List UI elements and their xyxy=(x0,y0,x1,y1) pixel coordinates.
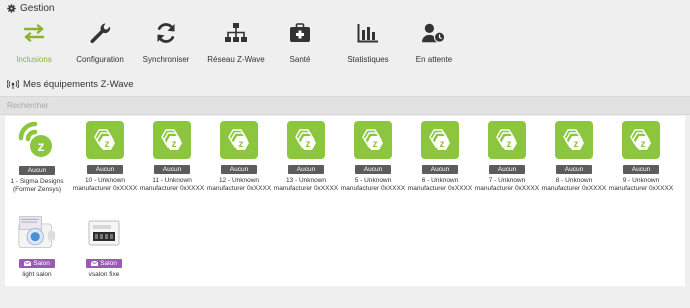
bar-chart-icon xyxy=(356,21,380,45)
statistiques-button[interactable]: Statistiques xyxy=(334,18,402,68)
room-badge: Salon xyxy=(86,259,122,268)
section-title-text: Mes équipements Z-Wave xyxy=(23,78,134,90)
sante-button[interactable]: Santé xyxy=(266,18,334,68)
room-badge: Salon xyxy=(19,259,55,268)
user-clock-icon xyxy=(422,21,446,45)
svg-text:z: z xyxy=(507,139,512,150)
device-card[interactable]: z Aucun 13 - Unknown manufacturer 0xXXXX xyxy=(271,121,341,192)
svg-text:z: z xyxy=(105,139,110,150)
arrows-exchange-icon xyxy=(22,21,46,45)
reseau-zwave-label: Réseau Z-Wave xyxy=(207,55,265,64)
en-attente-label: En attente xyxy=(415,55,453,64)
device-card[interactable]: z Aucun 1 - Sigma Designs (Former Zensys… xyxy=(2,120,72,193)
refresh-icon xyxy=(154,21,178,45)
reseau-zwave-button[interactable]: Réseau Z-Wave xyxy=(202,18,270,68)
zwave-antenna-icon xyxy=(7,79,19,89)
status-badge: Aucun xyxy=(288,165,324,174)
status-badge: Aucun xyxy=(623,165,659,174)
zwave-logo-icon: z xyxy=(220,121,258,159)
dimmer-module-icon xyxy=(17,213,57,253)
status-badge: Aucun xyxy=(19,166,55,175)
svg-text:z: z xyxy=(38,138,45,154)
status-badge: Aucun xyxy=(154,165,190,174)
inclusions-button[interactable]: Inclusions xyxy=(0,18,68,68)
device-card[interactable]: z Aucun 6 - Unknown manufacturer 0xXXXX xyxy=(405,121,475,192)
status-badge: Aucun xyxy=(221,165,257,174)
gestion-header: Gestion xyxy=(0,0,690,16)
configuration-label: Configuration xyxy=(76,55,124,64)
device-name: 9 - Unknown manufacturer 0xXXXX xyxy=(608,177,674,192)
svg-text:z: z xyxy=(172,139,177,150)
inclusions-label: Inclusions xyxy=(16,55,52,64)
room-label: Salon xyxy=(33,260,50,267)
svg-text:z: z xyxy=(306,139,311,150)
device-card[interactable]: z Aucun 5 - Unknown manufacturer 0xXXXX xyxy=(338,121,408,192)
statistiques-label: Statistiques xyxy=(347,55,389,64)
wrench-icon xyxy=(88,21,112,45)
synchroniser-label: Synchroniser xyxy=(142,55,190,64)
device-card[interactable]: Salon light salon xyxy=(2,213,72,279)
device-name: 5 - Unknown manufacturer 0xXXXX xyxy=(340,177,406,192)
zwave-logo-icon: z xyxy=(555,121,593,159)
device-card[interactable]: z Aucun 12 - Unknown manufacturer 0xXXXX xyxy=(204,121,274,192)
room-label: Salon xyxy=(100,260,117,267)
status-badge: Aucun xyxy=(422,165,458,174)
device-name: 10 - Unknown manufacturer 0xXXXX xyxy=(72,177,138,192)
device-name: 7 - Unknown manufacturer 0xXXXX xyxy=(474,177,540,192)
device-name: vsalon fixe xyxy=(88,271,120,278)
device-name: 8 - Unknown manufacturer 0xXXXX xyxy=(541,177,607,192)
device-card[interactable]: z Aucun 8 - Unknown manufacturer 0xXXXX xyxy=(539,121,609,192)
zwave-logo-icon: z xyxy=(421,121,459,159)
device-name: 12 - Unknown manufacturer 0xXXXX xyxy=(206,177,272,192)
status-badge: Aucun xyxy=(489,165,525,174)
search-input[interactable] xyxy=(0,100,409,111)
device-panel: z Aucun 1 - Sigma Designs (Former Zensys… xyxy=(5,116,685,286)
gear-icon xyxy=(7,3,16,13)
device-name: 13 - Unknown manufacturer 0xXXXX xyxy=(273,177,339,192)
configuration-button[interactable]: Configuration xyxy=(66,18,134,68)
switch-module-icon xyxy=(84,213,124,253)
svg-text:z: z xyxy=(239,139,244,150)
svg-text:z: z xyxy=(641,139,646,150)
zwave-controller-icon: z xyxy=(17,120,57,160)
svg-text:z: z xyxy=(440,139,445,150)
search-bar xyxy=(0,96,690,115)
sante-label: Santé xyxy=(289,55,311,64)
status-badge: Aucun xyxy=(87,165,123,174)
device-name: 1 - Sigma Designs (Former Zensys) xyxy=(10,178,64,193)
medkit-icon xyxy=(288,21,312,45)
device-card[interactable]: z Aucun 9 - Unknown manufacturer 0xXXXX xyxy=(606,121,676,192)
synchroniser-button[interactable]: Synchroniser xyxy=(132,18,200,68)
svg-text:z: z xyxy=(373,139,378,150)
zwave-logo-icon: z xyxy=(354,121,392,159)
device-name: 11 - Unknown manufacturer 0xXXXX xyxy=(139,177,205,192)
device-name: light salon xyxy=(22,271,52,278)
device-name: 6 - Unknown manufacturer 0xXXXX xyxy=(407,177,473,192)
zwave-logo-icon: z xyxy=(488,121,526,159)
zwave-logo-icon: z xyxy=(287,121,325,159)
section-title: Mes équipements Z-Wave xyxy=(7,78,134,90)
envelope-icon xyxy=(24,261,32,266)
status-badge: Aucun xyxy=(355,165,391,174)
network-icon xyxy=(224,21,248,45)
svg-text:z: z xyxy=(574,139,579,150)
status-badge: Aucun xyxy=(556,165,592,174)
device-card[interactable]: Salon vsalon fixe xyxy=(69,213,139,279)
envelope-icon xyxy=(91,261,99,266)
page-title: Gestion xyxy=(20,2,55,14)
device-card[interactable]: z Aucun 10 - Unknown manufacturer 0xXXXX xyxy=(70,121,140,192)
device-card[interactable]: z Aucun 7 - Unknown manufacturer 0xXXXX xyxy=(472,121,542,192)
toolbar: Inclusions Configuration Synchroniser Ré… xyxy=(0,18,460,68)
zwave-logo-icon: z xyxy=(153,121,191,159)
en-attente-button[interactable]: En attente xyxy=(400,18,468,68)
zwave-logo-icon: z xyxy=(86,121,124,159)
zwave-logo-icon: z xyxy=(622,121,660,159)
device-card[interactable]: z Aucun 11 - Unknown manufacturer 0xXXXX xyxy=(137,121,207,192)
